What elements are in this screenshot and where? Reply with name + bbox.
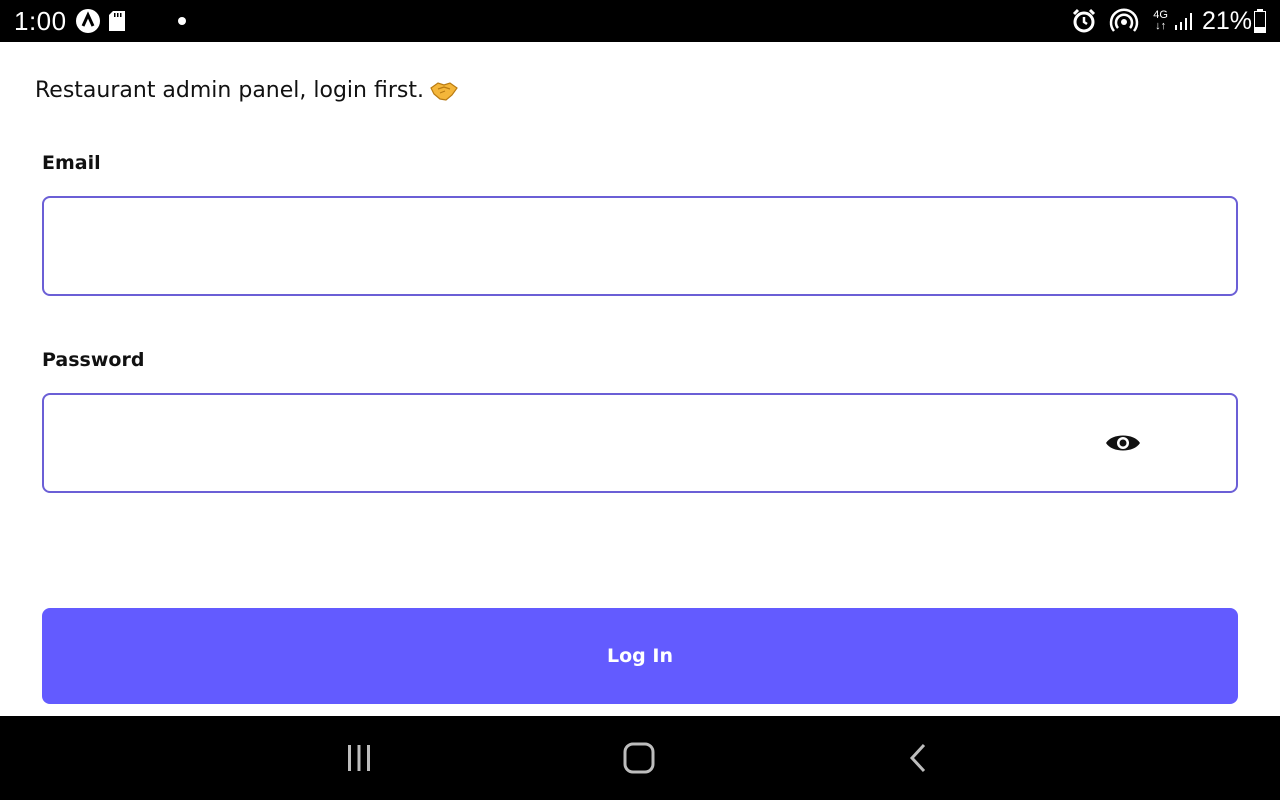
intro-message: Restaurant admin panel, login first. bbox=[35, 78, 458, 103]
recents-button[interactable] bbox=[339, 738, 379, 778]
do-not-disturb-moon-icon bbox=[141, 11, 159, 31]
app-notification-icon bbox=[75, 8, 101, 34]
system-nav-bar bbox=[0, 716, 1280, 800]
back-icon bbox=[909, 743, 926, 773]
email-label: Email bbox=[42, 152, 101, 174]
mobile-data-indicator: 4G ↓↑ bbox=[1153, 10, 1168, 32]
password-field[interactable] bbox=[42, 393, 1238, 493]
notification-dot-icon bbox=[177, 16, 187, 26]
status-bar: 1:00 4G ↓↑ 21% bbox=[0, 0, 1280, 42]
handshake-icon bbox=[430, 80, 458, 102]
recents-icon bbox=[348, 745, 370, 771]
home-button[interactable] bbox=[619, 738, 659, 778]
show-password-toggle[interactable] bbox=[1104, 429, 1142, 457]
alarm-clock-icon bbox=[1071, 8, 1097, 34]
email-input[interactable] bbox=[44, 198, 1084, 294]
intro-text: Restaurant admin panel, login first. bbox=[35, 78, 424, 103]
battery-icon bbox=[1254, 9, 1266, 33]
data-arrows-icon: ↓↑ bbox=[1155, 20, 1167, 32]
hotspot-icon bbox=[1109, 8, 1139, 34]
home-icon bbox=[623, 742, 655, 774]
eye-icon bbox=[1106, 435, 1140, 451]
battery-percent: 21% bbox=[1201, 6, 1252, 35]
signal-strength-icon bbox=[1174, 11, 1194, 31]
sd-card-icon bbox=[108, 11, 125, 31]
status-time: 1:00 bbox=[14, 5, 67, 36]
email-field[interactable] bbox=[42, 196, 1238, 296]
status-right: 4G ↓↑ 21% bbox=[1063, 0, 1266, 42]
password-label: Password bbox=[42, 349, 145, 371]
password-input[interactable] bbox=[44, 395, 1084, 491]
back-button[interactable] bbox=[898, 738, 938, 778]
login-button[interactable]: Log In bbox=[42, 608, 1238, 704]
login-screen: Restaurant admin panel, login first. Ema… bbox=[0, 42, 1280, 716]
status-left: 1:00 bbox=[14, 0, 187, 42]
